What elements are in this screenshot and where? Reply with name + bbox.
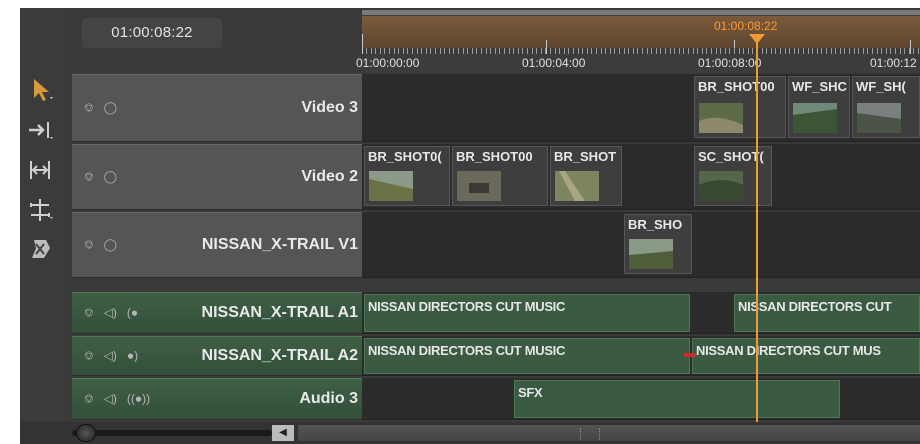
eye-icon[interactable]: ◯ [104,238,117,252]
track-lane-a2[interactable]: NISSAN DIRECTORS CUT MUSIC NISSAN DIRECT… [362,336,920,376]
playhead-line[interactable] [756,36,758,444]
clip-thumbnail [699,103,743,133]
track-header-a2[interactable]: ⎊ ◁) ●) NISSAN_X-TRAIL A2 [72,336,362,376]
eye-icon[interactable]: ◯ [104,170,117,184]
audio-clip[interactable]: NISSAN DIRECTORS CUT [734,294,920,332]
track-lane-a3[interactable]: SFX [362,378,920,420]
video-clip[interactable]: BR_SHOT0( [364,146,450,206]
lock-icon[interactable]: ⎊ [84,306,94,321]
playhead-handle[interactable] [749,34,765,44]
clip-thumbnail [629,239,673,269]
clip-thumbnail [699,171,743,201]
video-clip[interactable]: BR_SHOT00 [452,146,548,206]
scrollbar-grip-icon[interactable] [580,428,600,440]
clip-thumbnail [793,103,837,133]
selection-tool-icon[interactable] [26,76,56,104]
lock-icon[interactable]: ⎊ [84,349,94,364]
video-clip[interactable]: BR_SHOT00 [694,76,786,138]
zoom-slider-handle[interactable] [76,424,96,442]
speaker-icon[interactable]: ◁) [104,306,117,320]
audio-clip[interactable]: NISSAN DIRECTORS CUT MUS [692,338,920,374]
ruler-label: 01:00:04:00 [522,56,586,70]
video-audio-divider[interactable] [72,280,920,290]
audio-clip[interactable]: SFX [514,380,840,418]
edit-point-marker [684,353,696,357]
track-header-a1[interactable]: ⎊ ◁) (● NISSAN_X-TRAIL A1 [72,292,362,334]
work-area-bar[interactable] [362,10,920,15]
clip-thumbnail [555,171,599,201]
track-name: Video 2 [301,168,358,185]
scroll-left-arrow-icon[interactable]: ◀ [272,425,294,441]
track-lane-v1[interactable]: BR_SHO [362,212,920,278]
lock-icon[interactable]: ⎊ [84,170,94,185]
tools-column [20,8,70,444]
track-name: NISSAN_X-TRAIL A2 [201,347,358,364]
speaker-icon[interactable]: ◁) [104,392,117,406]
eye-icon[interactable]: ◯ [104,101,117,115]
track-header-v1[interactable]: ⎊ ◯ NISSAN_X-TRAIL V1 [72,212,362,278]
ripple-edit-icon[interactable] [26,156,56,184]
audio-clip[interactable]: NISSAN DIRECTORS CUT MUSIC [364,338,690,374]
track-lane-a1[interactable]: NISSAN DIRECTORS CUT MUSIC NISSAN DIRECT… [362,292,920,334]
track-name: Video 3 [301,99,358,116]
ruler-label: 01:00:12 [870,56,917,70]
lock-icon[interactable]: ⎊ [84,101,94,116]
video-clip[interactable]: WF_SH( [852,76,920,138]
timecode-display[interactable]: 01:00:08:22 [82,18,222,48]
track-lane-video3[interactable]: BR_SHOT00 WF_SHC WF_SH( [362,74,920,142]
video-clip[interactable]: WF_SHC [788,76,850,138]
track-name: NISSAN_X-TRAIL A1 [201,304,358,321]
clip-thumbnail [857,103,901,133]
ruler-ticks [362,34,919,54]
time-ruler[interactable]: 01:00:08:22 01:00:00:00 01:00:04:00 01:0… [356,10,920,72]
timeline-scroll-area: ◀ [20,422,920,444]
stereo-right-icon[interactable]: ●) [127,349,138,363]
horizontal-scrollbar[interactable] [298,425,920,441]
lock-icon[interactable]: ⎊ [84,392,94,407]
lock-icon[interactable]: ⎊ [84,238,94,253]
track-lane-video2[interactable]: BR_SHOT0( BR_SHOT00 BR_SHOT SC_SHOT( [362,144,920,210]
track-name: NISSAN_X-TRAIL V1 [201,236,358,253]
playhead-timecode: 01:00:08:22 [714,19,778,33]
track-header-a3[interactable]: ⎊ ◁) ((●)) Audio 3 [72,378,362,420]
ruler-label: 01:00:08:00 [698,56,762,70]
clip-thumbnail [457,171,501,201]
razor-tool-icon[interactable] [26,234,56,262]
speaker-icon[interactable]: ◁) [104,349,117,363]
video-clip[interactable]: BR_SHO [624,214,692,274]
ruler-label: 01:00:00:00 [356,56,420,70]
track-select-icon[interactable] [26,116,56,144]
track-header-video3[interactable]: ⎊ ◯ Video 3 [72,74,362,142]
clip-thumbnail [369,171,413,201]
zoom-slider-track[interactable] [72,430,272,436]
track-header-video2[interactable]: ⎊ ◯ Video 2 [72,144,362,210]
video-clip[interactable]: BR_SHOT [550,146,622,206]
video-clip[interactable]: SC_SHOT( [694,146,772,206]
stereo-icon[interactable]: ((●)) [127,392,150,406]
audio-clip[interactable]: NISSAN DIRECTORS CUT MUSIC [364,294,690,332]
stereo-left-icon[interactable]: (● [127,306,138,320]
timeline-panel: 01:00:08:22 01:00:08:22 01:00:00:00 01:0… [20,8,920,444]
rolling-edit-icon[interactable] [26,196,56,224]
track-name: Audio 3 [299,390,358,407]
